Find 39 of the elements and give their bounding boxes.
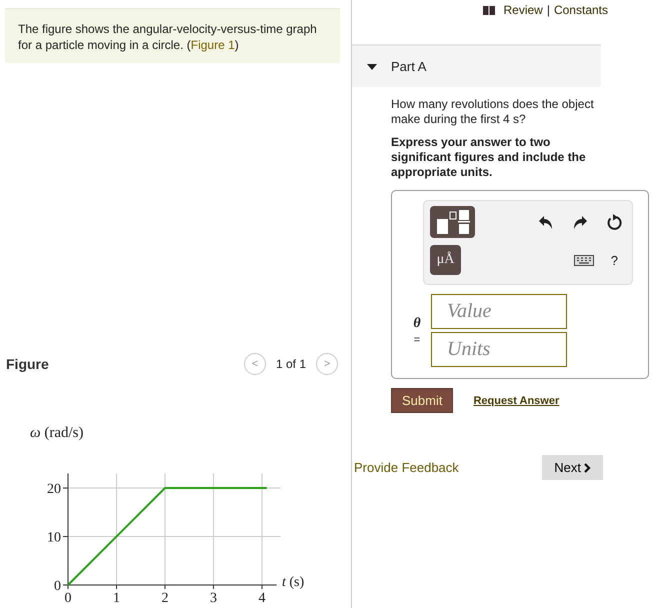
equals-sign: = <box>414 334 420 346</box>
question-text: How many revolutions does the object make during the first 4 s? <box>391 97 595 127</box>
keyboard-icon[interactable] <box>574 254 594 266</box>
y-axis-label: ω (rad/s) <box>30 425 84 442</box>
x-axis-label: t (s) <box>282 575 304 591</box>
x-tick-label: 3 <box>210 591 217 606</box>
value-field[interactable]: Value <box>431 294 567 329</box>
review-link[interactable]: Review <box>503 3 543 17</box>
y-tick-label: 0 <box>54 579 61 594</box>
x-tick-label: 4 <box>258 591 266 606</box>
units-field[interactable]: Units <box>431 332 567 367</box>
template-button[interactable] <box>430 206 475 238</box>
x-tick-label: 0 <box>64 591 72 606</box>
x-tick-label: 1 <box>113 591 120 606</box>
part-title: Part A <box>391 59 426 74</box>
x-tick-label: 2 <box>161 591 168 606</box>
book-icon <box>483 6 496 14</box>
redo-icon[interactable] <box>573 216 587 228</box>
figure-heading: Figure <box>6 356 50 372</box>
y-tick-label: 20 <box>47 482 61 498</box>
fraction-template-icon <box>436 210 470 234</box>
variable-label: θ <box>413 316 421 332</box>
chevron-icon <box>584 462 591 472</box>
next-button[interactable]: Next <box>542 455 603 480</box>
instruction-text: Express your answer to two significant figures and include the appropriate units. <box>391 135 587 180</box>
figure-link[interactable]: Figure 1 <box>190 38 235 52</box>
submit-button[interactable]: Submit <box>391 388 454 413</box>
constants-link[interactable]: Constants <box>554 3 608 17</box>
part-header[interactable]: Part A <box>352 44 601 87</box>
intro-text: The figure shows the angular-velocity-versus-time graph for a particle moving in a circle. (Figure 1) <box>18 21 318 53</box>
request-answer-link[interactable]: Request Answer <box>473 394 560 406</box>
feedback-link[interactable]: Provide Feedback <box>354 460 459 475</box>
y-tick-label: 10 <box>47 530 61 546</box>
reset-icon[interactable] <box>607 214 622 230</box>
undo-icon[interactable] <box>539 216 553 228</box>
link-separator: | <box>546 3 550 17</box>
units-button[interactable]: μÅ <box>430 245 461 275</box>
help-button[interactable]: ? <box>610 252 618 268</box>
page-indicator: 1 of 1 <box>276 357 306 371</box>
